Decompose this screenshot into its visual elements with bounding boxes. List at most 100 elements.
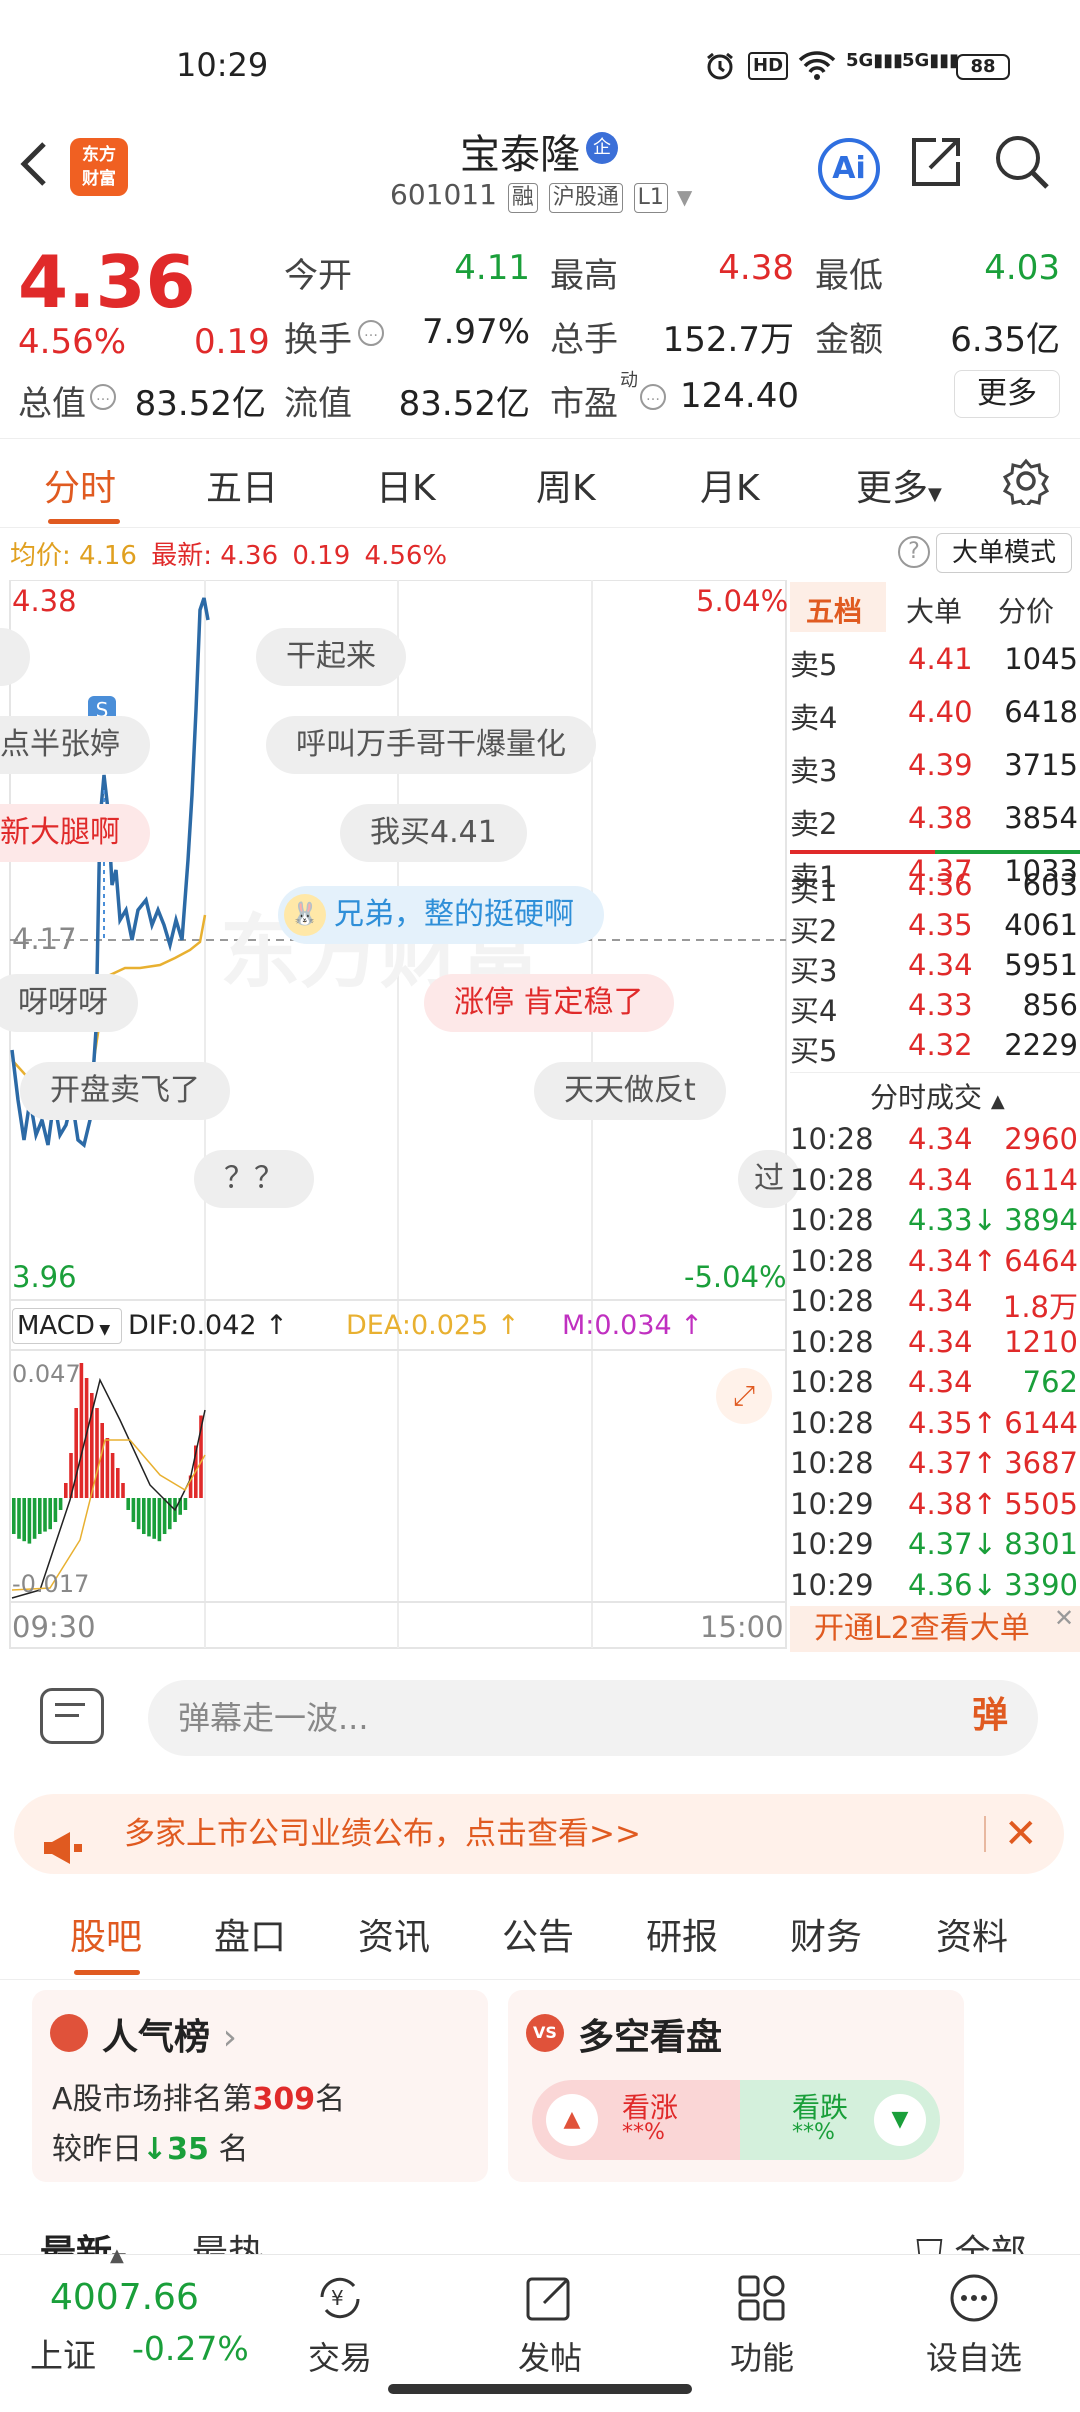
nav-watchlist[interactable]: 设自选 (914, 2271, 1034, 2379)
dif-text: DIF:0.042 (128, 1310, 257, 1341)
bid-row[interactable]: 买2 4.35 4061 (790, 908, 1080, 948)
danmu-list-icon[interactable] (40, 1688, 104, 1744)
tab-forum[interactable]: 股吧 (70, 1908, 142, 1960)
nav-trade[interactable]: ¥ 交易 (280, 2271, 400, 2379)
trade-row[interactable]: 10:28 4.34 1210 (790, 1325, 1080, 1365)
info-icon-3[interactable]: … (640, 384, 666, 410)
current-price: 4.36 (18, 240, 196, 324)
macd-bar (27, 1498, 32, 1544)
nav-functions[interactable]: 功能 (702, 2271, 822, 2379)
tab-intraday[interactable]: 分时 (44, 459, 116, 511)
danmu-bubble: 天天做反t (534, 1062, 726, 1120)
macd-bar (95, 1408, 99, 1498)
more-button[interactable]: 更多 (954, 370, 1060, 418)
close-icon[interactable]: ✕ (1004, 1794, 1038, 1874)
change-percent: 4.56% (18, 322, 127, 362)
trade-row[interactable]: 10:29 4.37↓ 8301 (790, 1527, 1080, 1567)
trade-row[interactable]: 10:29 4.36↓ 3390 (790, 1568, 1080, 1608)
share-icon[interactable] (906, 132, 976, 202)
tab-research[interactable]: 研报 (646, 1908, 718, 1960)
trade-row[interactable]: 10:28 4.35↑ 6144 (790, 1406, 1080, 1446)
tab-price-dist[interactable]: 分价 (998, 590, 1054, 630)
bid-row[interactable]: 买3 4.34 5951 (790, 948, 1080, 988)
ask-row[interactable]: 卖2 4.38 3854 (790, 801, 1080, 841)
danmu-input[interactable]: 弹幕走一波... (148, 1680, 1038, 1756)
info-icon[interactable]: … (358, 320, 384, 346)
float-cap-value: 83.52亿 (398, 384, 530, 424)
level-price: 4.36 (908, 868, 973, 902)
trades-title[interactable]: 分时成交 ▲ (870, 1076, 1005, 1116)
tab-announcement[interactable]: 公告 (502, 1908, 574, 1960)
stock-code-line[interactable]: 601011 融 沪股通 L1 ▼ (390, 178, 692, 213)
tab-weekly-k[interactable]: 周K (536, 459, 596, 511)
bullish-button[interactable]: ▲ 看涨 **% (532, 2080, 740, 2160)
ask-row[interactable]: 卖3 4.39 3715 (790, 748, 1080, 788)
trade-row[interactable]: 10:28 4.34 6114 (790, 1163, 1080, 1203)
tab-finance[interactable]: 财务 (790, 1908, 862, 1960)
tab-five-level[interactable]: 五档 (806, 590, 862, 630)
ask-row[interactable]: 卖5 4.41 1045 (790, 642, 1080, 682)
edit-icon (522, 2271, 578, 2325)
index-pct[interactable]: -0.27% (132, 2329, 249, 2368)
trade-row[interactable]: 10:28 4.34 2960 (790, 1122, 1080, 1162)
tab-more[interactable]: 更多▼ (856, 459, 942, 511)
connect-tag: 沪股通 (548, 183, 623, 213)
tab-daily-k[interactable]: 日K (376, 459, 436, 511)
trade-row[interactable]: 10:28 4.37↑ 3687 (790, 1446, 1080, 1486)
notice-banner[interactable]: 多家上市公司业绩公布，点击查看>> ✕ (14, 1794, 1064, 1874)
trade-volume: 3894 (1004, 1203, 1078, 1237)
tab-news[interactable]: 资讯 (358, 1908, 430, 1960)
level-volume: 856 (1022, 988, 1078, 1022)
index-name[interactable]: 上证 (30, 2329, 96, 2377)
nav-post[interactable]: 发帖 (490, 2271, 610, 2379)
trade-row[interactable]: 10:28 4.34↑ 6464 (790, 1244, 1080, 1284)
info-icon-2[interactable]: … (90, 384, 116, 410)
macd-bar (110, 1453, 115, 1498)
big-order-mode-button[interactable]: 大单模式 (936, 533, 1072, 573)
macd-selector[interactable]: MACD ▼ (12, 1308, 122, 1344)
pe-dynamic-sup: 动 (620, 370, 638, 391)
macd-bar (38, 1498, 42, 1534)
latest-label: 最新: (151, 541, 212, 571)
trade-row[interactable]: 10:28 4.34 1.8万 (790, 1284, 1080, 1324)
level-volume: 2229 (1004, 1028, 1078, 1062)
expand-icon[interactable]: ⤢ (716, 1368, 772, 1424)
intraday-chart[interactable]: 东方财富 4.38 5.04% 4.17 3.96 -5.04% S 干起来 点… (0, 580, 800, 1650)
gear-icon[interactable] (1002, 457, 1050, 514)
popularity-card[interactable]: 人气榜 › A股市场排名第309名 较昨日↓35 名 (32, 1990, 488, 2182)
trade-row[interactable]: 10:28 4.33↓ 3894 (790, 1203, 1080, 1243)
macd-bar (105, 1438, 110, 1498)
danmu-send-button[interactable]: 弹 (960, 1686, 1020, 1746)
tab-monthly-k[interactable]: 月K (700, 459, 760, 511)
trade-volume: 1210 (1004, 1324, 1078, 1359)
tab-five-day[interactable]: 五日 (206, 459, 278, 511)
macd-bar (43, 1498, 47, 1532)
trade-row[interactable]: 10:28 4.34 762 (790, 1365, 1080, 1405)
tab-profile[interactable]: 资料 (936, 1908, 1008, 1960)
search-icon[interactable] (992, 132, 1062, 202)
trade-volume: 3390 (1004, 1567, 1078, 1602)
vs-icon: VS (526, 2014, 564, 2052)
popularity-title-text: 人气榜 (102, 2017, 211, 2058)
ai-button[interactable]: Ai (818, 138, 880, 200)
back-icon[interactable] (14, 136, 64, 196)
level-label: 卖5 (790, 648, 838, 682)
l2-banner[interactable]: 开通L2查看大单 (790, 1606, 1080, 1652)
help-icon[interactable]: ? (898, 536, 930, 568)
index-value[interactable]: 4007.66 (50, 2277, 199, 2318)
rank-suffix: 名 (315, 2082, 346, 2117)
tab-handicap[interactable]: 盘口 (214, 1908, 286, 1960)
longshort-card[interactable]: VS 多空看盘 ▲ 看涨 **% 看跌 **% ▼ (508, 1990, 964, 2182)
tab-big-order[interactable]: 大单 (906, 590, 962, 630)
bid-row[interactable]: 买5 4.32 2229 (790, 1028, 1080, 1068)
ask-row[interactable]: 卖4 4.40 6418 (790, 695, 1080, 735)
bearish-button[interactable]: 看跌 **% ▼ (740, 2080, 940, 2160)
ask-bar (790, 850, 935, 854)
y-axis-top-pct: 5.04% (696, 584, 789, 618)
trade-row[interactable]: 10:29 4.38↑ 5505 (790, 1487, 1080, 1527)
bid-row[interactable]: 买4 4.33 856 (790, 988, 1080, 1028)
trade-price: 4.33↓ (908, 1203, 997, 1237)
caret-up-icon: ▲ (990, 1091, 1005, 1112)
bid-row[interactable]: 买1 4.36 603 (790, 868, 1080, 908)
close-icon[interactable]: ✕ (1054, 1604, 1074, 1632)
